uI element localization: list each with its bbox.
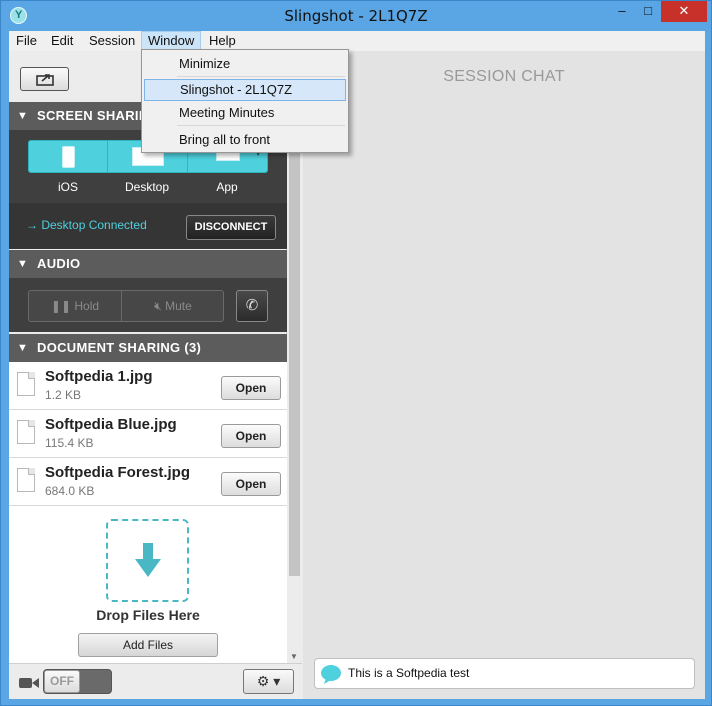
file-drop-zone[interactable] — [106, 519, 189, 602]
left-panel-scrollbar[interactable]: ▼ — [287, 106, 302, 663]
chat-bubble-icon — [321, 665, 341, 684]
file-icon — [17, 372, 35, 396]
chevron-down-icon: ▾ — [273, 673, 281, 689]
close-button[interactable]: ✕ — [661, 1, 707, 22]
phone-icon: ✆ — [245, 297, 259, 314]
share-option-label: iOS — [57, 180, 78, 194]
open-document-button[interactable]: Open — [221, 424, 281, 448]
bottom-bar: OFF ⚙ ▾ — [9, 663, 302, 699]
chat-title: SESSION CHAT — [443, 68, 565, 85]
phone-button[interactable]: ✆ — [236, 290, 268, 322]
section-header-document-sharing[interactable]: ▼ DOCUMENT SHARING (3) — [9, 334, 287, 362]
phone-icon — [62, 146, 75, 168]
camera-toggle-state: OFF — [44, 670, 80, 693]
section-header-audio[interactable]: ▼ AUDIO — [9, 250, 287, 278]
minimize-button[interactable]: – — [609, 1, 635, 22]
document-row[interactable]: Softpedia 1.jpg 1.2 KB Open — [9, 362, 287, 410]
session-chat-panel: SESSION CHAT This is a Softpedia test — [303, 51, 705, 699]
document-name: Softpedia Blue.jpg — [45, 416, 177, 433]
document-name: Softpedia 1.jpg — [45, 368, 153, 385]
menu-item-minimize[interactable]: Minimize — [144, 53, 346, 75]
menu-item-slingshot-window[interactable]: Slingshot - 2L1Q7Z — [144, 79, 346, 101]
document-list: Softpedia 1.jpg 1.2 KB Open Softpedia Bl… — [9, 362, 287, 699]
open-document-button[interactable]: Open — [221, 472, 281, 496]
share-out-button[interactable] — [20, 67, 69, 91]
hold-button[interactable]: ❚❚ Hold — [29, 291, 122, 321]
chat-input[interactable]: This is a Softpedia test — [314, 658, 695, 689]
connection-status: → Desktop Connected — [26, 218, 147, 232]
menu-separator — [177, 76, 345, 77]
document-size: 1.2 KB — [45, 388, 82, 402]
maximize-button[interactable]: □ — [635, 1, 661, 22]
document-size: 115.4 KB — [45, 436, 94, 450]
gear-icon: ⚙ — [256, 673, 270, 689]
video-camera-icon — [19, 678, 39, 688]
collapse-triangle-icon: ▼ — [17, 342, 29, 354]
scroll-down-arrow-icon[interactable]: ▼ — [290, 652, 298, 661]
share-option-label: App — [216, 180, 238, 194]
collapse-triangle-icon: ▼ — [17, 110, 29, 122]
menu-separator — [177, 125, 345, 126]
file-icon — [17, 420, 35, 444]
pause-icon: ❚❚ — [50, 299, 75, 313]
hold-label: Hold — [74, 299, 100, 313]
share-option-label: Desktop — [124, 180, 170, 194]
document-row[interactable]: Softpedia Forest.jpg 684.0 KB Open — [9, 458, 287, 506]
scrollbar-thumb[interactable] — [289, 106, 300, 576]
drop-files-label: Drop Files Here — [96, 607, 200, 623]
document-name: Softpedia Forest.jpg — [45, 464, 191, 481]
audio-body: ❚❚ Hold 🔇︎ Mute ✆ — [9, 278, 287, 332]
mute-label: Mute — [165, 299, 192, 313]
camera-toggle[interactable]: OFF — [43, 669, 112, 694]
client-area: ▼ SCREEN SHARING ▼ iOS Desktop App → Des… — [9, 51, 705, 699]
menu-bar: File Edit Session Window Help — [9, 31, 705, 51]
menu-file[interactable]: File — [10, 31, 43, 51]
menu-window[interactable]: Window — [141, 31, 202, 51]
share-ios-option[interactable] — [29, 141, 108, 172]
disconnect-button[interactable]: DISCONNECT — [186, 215, 276, 240]
audio-controls: ❚❚ Hold 🔇︎ Mute — [28, 290, 224, 322]
download-arrow-icon — [135, 543, 161, 577]
section-title: AUDIO — [37, 256, 81, 271]
document-size: 684.0 KB — [45, 484, 95, 498]
menu-edit[interactable]: Edit — [45, 31, 79, 51]
menu-item-meeting-minutes[interactable]: Meeting Minutes — [144, 102, 346, 124]
file-icon — [17, 468, 35, 492]
settings-button[interactable]: ⚙ ▾ — [243, 669, 294, 694]
add-files-button[interactable]: Add Files — [78, 633, 218, 657]
share-icon — [36, 74, 54, 86]
menu-session[interactable]: Session — [83, 31, 141, 51]
section-title: DOCUMENT SHARING (3) — [37, 340, 202, 355]
screen-sharing-status: → Desktop Connected DISCONNECT — [9, 203, 287, 249]
connection-status-text: Desktop Connected — [41, 218, 147, 232]
app-window: Y Slingshot - 2L1Q7Z – □ ✕ File Edit Ses… — [0, 0, 712, 706]
arrow-right-icon: → — [26, 218, 38, 232]
collapse-triangle-icon: ▼ — [17, 258, 29, 270]
menu-item-bring-all-to-front[interactable]: Bring all to front — [144, 129, 346, 151]
window-title: Slingshot - 2L1Q7Z — [284, 7, 428, 25]
chat-message-text: This is a Softpedia test — [348, 666, 470, 680]
window-menu-dropdown: Minimize Slingshot - 2L1Q7Z Meeting Minu… — [141, 49, 349, 153]
speaker-muted-icon: 🔇︎ — [154, 299, 166, 313]
open-document-button[interactable]: Open — [221, 376, 281, 400]
document-row[interactable]: Softpedia Blue.jpg 115.4 KB Open — [9, 410, 287, 458]
mute-button[interactable]: 🔇︎ Mute — [122, 291, 224, 321]
menu-help[interactable]: Help — [203, 31, 242, 51]
title-bar[interactable]: Y Slingshot - 2L1Q7Z – □ ✕ — [1, 1, 711, 31]
